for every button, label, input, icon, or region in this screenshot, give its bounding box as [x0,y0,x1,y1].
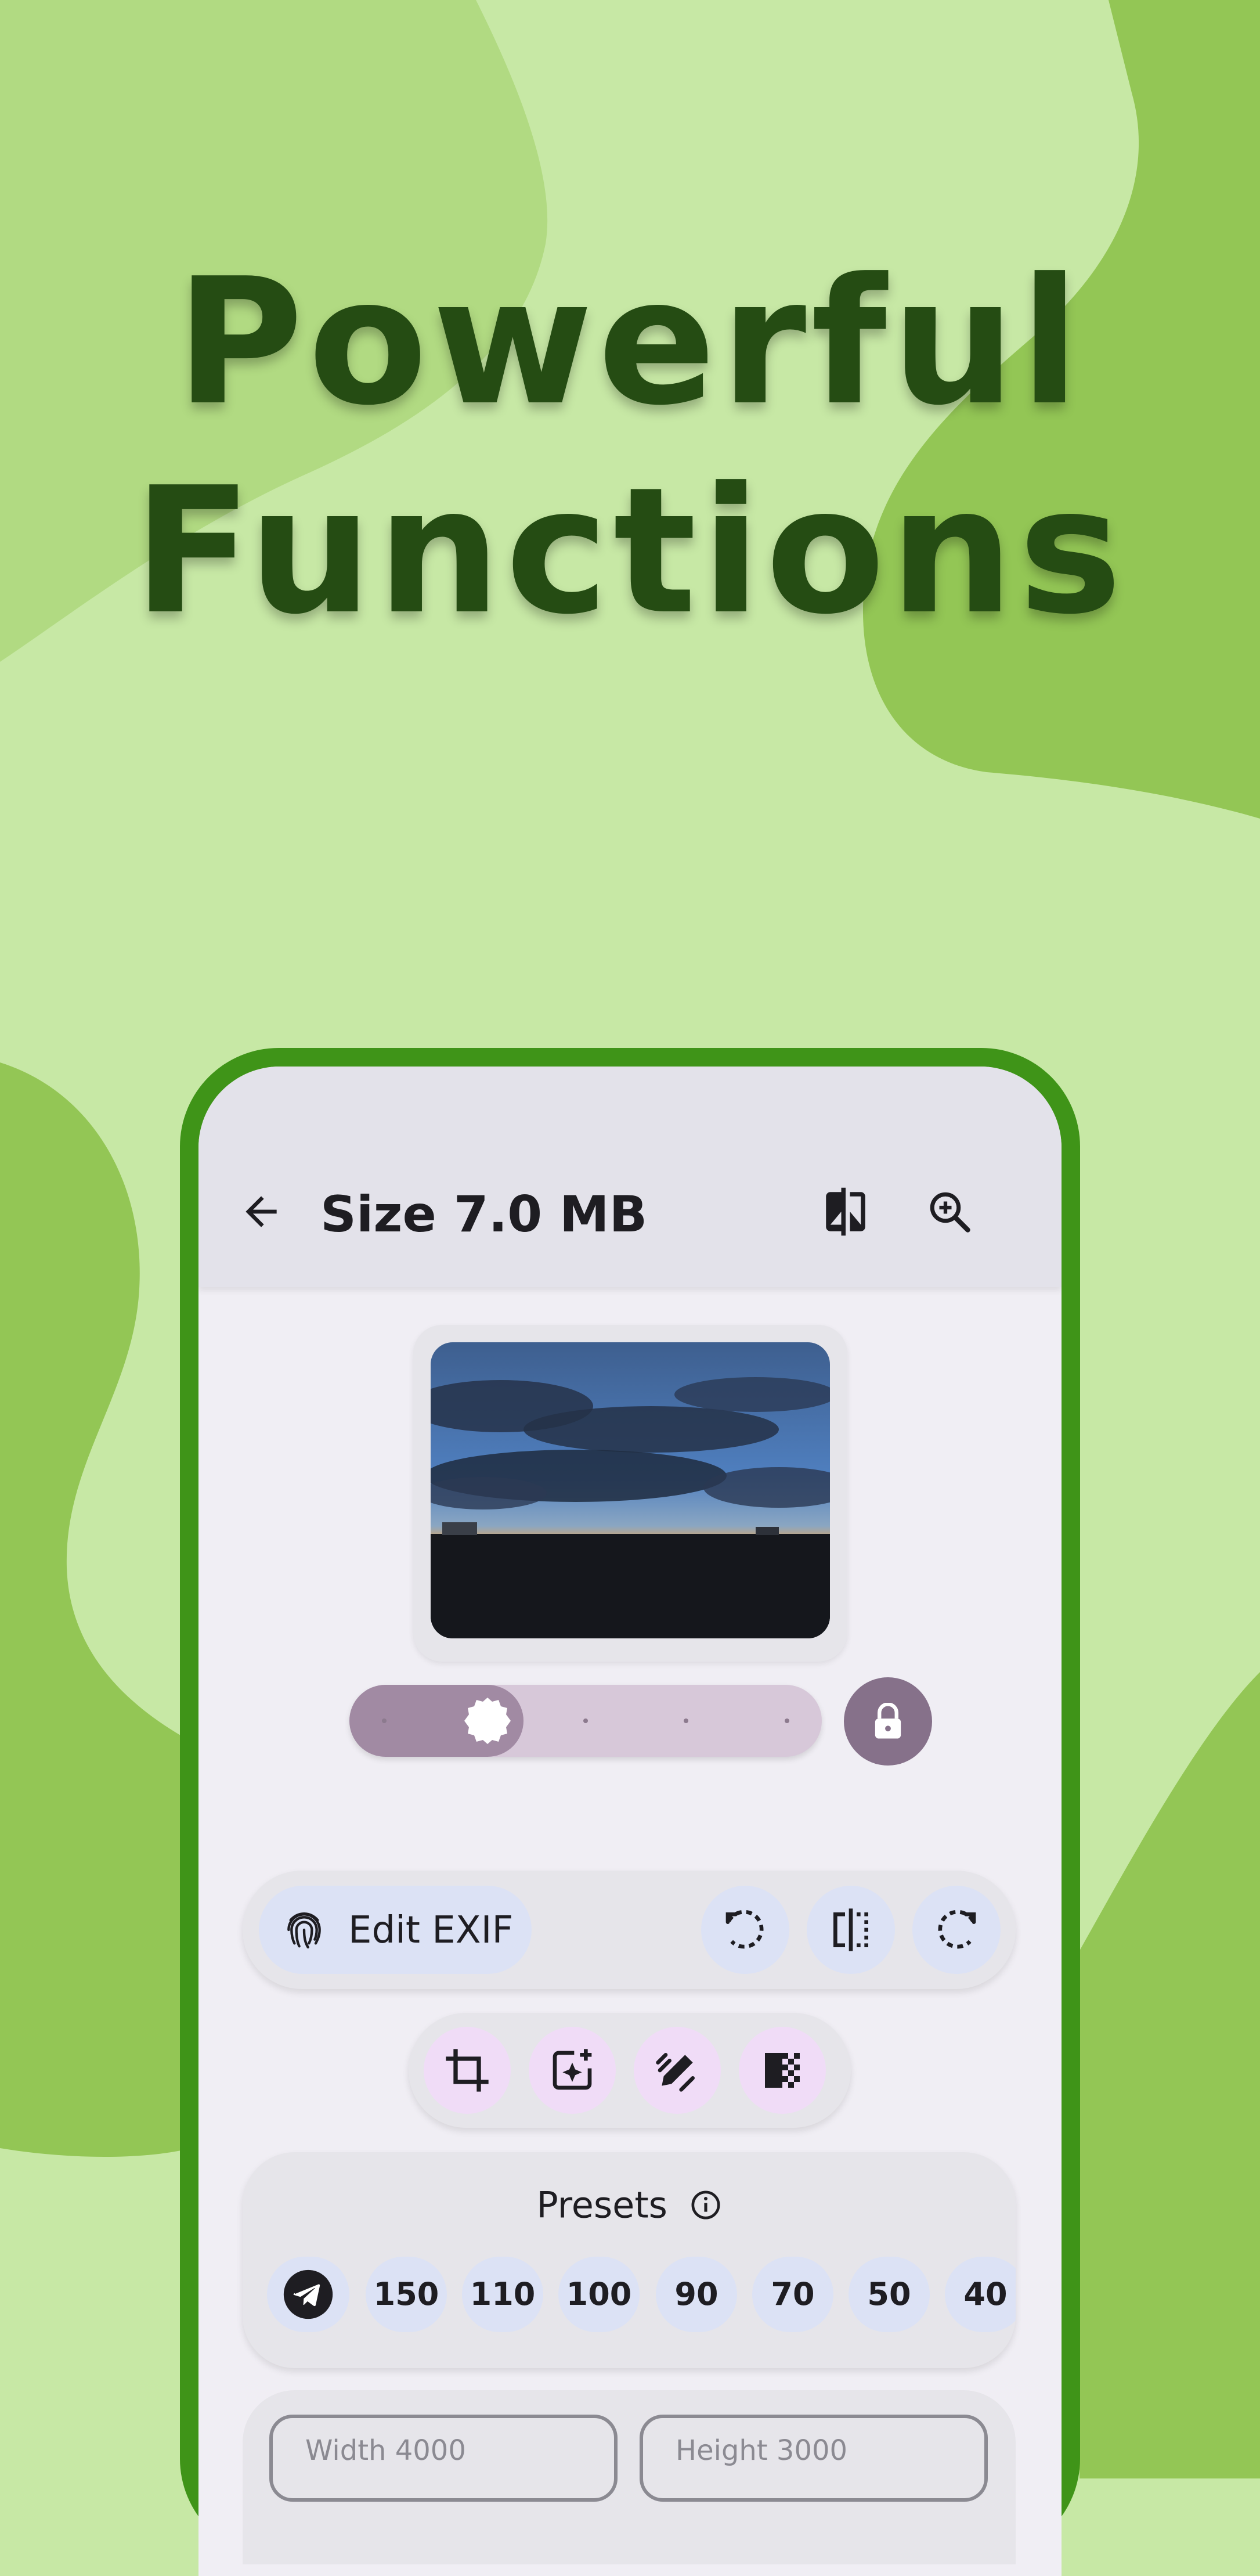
phone-frame: Size 7.0 MB Edit EXIF Presets 150 110 10… [180,1048,1080,2576]
preset-chip[interactable]: 150 [366,2257,447,2332]
crop-button[interactable] [424,2027,511,2114]
edit-exif-button[interactable]: Edit EXIF [259,1886,532,1974]
slider-tick [684,1718,688,1723]
image-preview[interactable] [431,1342,830,1638]
image-preview-card [413,1325,847,1662]
add-photo-sparkle-icon [553,2049,592,2090]
actions-row: Edit EXIF [243,1871,1016,1989]
preset-chip[interactable]: 40 [945,2257,1016,2332]
headline-line-1: Powerful [175,241,1085,444]
aspect-lock-button[interactable] [844,1677,932,1766]
crop-icon [446,2049,489,2092]
presets-card: Presets 150 110 100 90 70 50 40 [243,2152,1016,2368]
height-field-label: Height 3000 [676,2434,848,2467]
flip-icon [833,1908,868,1951]
draw-button[interactable] [634,2027,721,2114]
phone-screen: Size 7.0 MB Edit EXIF Presets 150 110 10… [198,1067,1062,2576]
preset-chip[interactable]: 90 [656,2257,737,2332]
rotate-left-button[interactable] [701,1886,789,1974]
rotate-right-button[interactable] [912,1886,1001,1974]
dimensions-card: Width 4000 Height 3000 [243,2390,1016,2564]
rotate-right-icon [938,1910,976,1949]
edit-exif-label: Edit EXIF [348,1909,514,1952]
compare-icon[interactable] [819,1186,872,1238]
presets-header: Presets [243,2181,1016,2226]
fingerprint-icon [287,1912,321,1949]
page-title: Size 7.0 MB [320,1186,648,1244]
preset-chip[interactable]: 70 [752,2257,833,2332]
zoom-in-icon[interactable] [925,1187,974,1236]
preset-chip[interactable]: 50 [849,2257,930,2332]
telegram-icon [283,2269,333,2319]
preset-chip[interactable]: 100 [558,2257,640,2332]
app-bar: Size 7.0 MB [198,1067,1062,1287]
slider-tick [382,1718,387,1723]
transparency-button[interactable] [739,2027,826,2114]
slider-thumb[interactable] [463,1696,512,1745]
enhance-button[interactable] [529,2027,616,2114]
slider-tick [583,1718,588,1723]
tools-row [409,2013,851,2128]
quality-slider[interactable] [349,1685,822,1757]
width-field-label: Width 4000 [305,2434,466,2467]
preset-telegram[interactable] [267,2257,349,2332]
info-icon[interactable] [689,2189,722,2221]
preset-chip[interactable]: 110 [462,2257,543,2332]
lock-icon [875,1703,901,1739]
width-field[interactable]: Width 4000 [269,2415,618,2502]
arrow-back-icon[interactable] [238,1188,284,1235]
slider-tick [785,1718,789,1723]
rotate-left-icon [725,1910,764,1949]
flip-button[interactable] [807,1886,895,1974]
presets-title: Presets [536,2184,667,2226]
transparency-icon [765,2053,800,2088]
draw-icon [656,2053,695,2092]
headline-line-2: Functions [133,450,1127,653]
height-field[interactable]: Height 3000 [640,2415,988,2502]
